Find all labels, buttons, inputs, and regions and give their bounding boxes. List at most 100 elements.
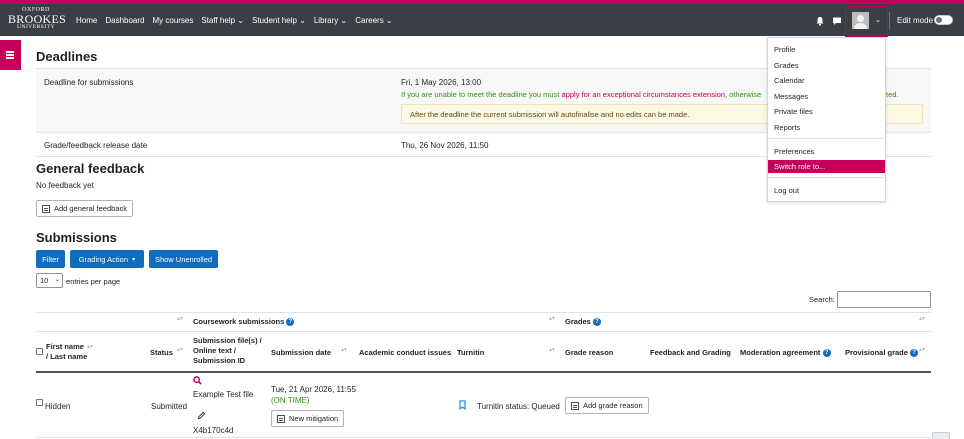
user-menu-toggle[interactable]: ⌄ [845,6,888,37]
grading-action-label: Grading Action [78,254,128,264]
chat-icon[interactable] [832,16,842,26]
menu-private-files[interactable]: Private files [768,105,885,118]
question-icon[interactable]: ? [910,349,919,358]
column-turnitin[interactable]: Turnitin [457,348,484,358]
submission-file-link[interactable]: Example Test file [193,390,253,399]
extension-text: If you are unable to meet the deadline y… [401,90,562,99]
new-mitigation-button[interactable]: New mitigation [271,410,345,427]
nav-staff-help[interactable]: Staff help ⌄ [201,16,244,25]
hamburger-icon [6,51,14,53]
entries-value: 10 [40,276,49,285]
avatar [852,12,869,29]
menu-messages[interactable]: Messages [768,90,885,103]
select-all-checkbox[interactable] [36,348,43,355]
menu-profile[interactable]: Profile [768,43,885,56]
university-logo[interactable]: OXFORD BROOKES UNIVERSITY [8,7,66,31]
nav-careers[interactable]: Careers ⌄ [355,16,392,25]
primary-nav: Home Dashboard My courses Staff help ⌄ S… [76,4,401,36]
submission-id: X4b170c4d [193,426,234,435]
submissions-heading: Submissions [36,230,117,245]
show-unenrolled-button[interactable]: Show Unenrolled [149,250,218,268]
column-files-line-3: Submission ID [193,356,246,365]
nav-home[interactable]: Home [76,16,97,25]
menu-grades[interactable]: Grades [768,59,885,72]
row-checkbox[interactable] [36,399,43,406]
sort-icon[interactable]: ▴▾ [549,347,555,353]
row-bottom-border [36,437,931,438]
menu-preferences[interactable]: Preferences [768,145,885,158]
on-time-badge: (ON TIME) [271,396,310,405]
column-files-line-1: Submission file(s) / [193,336,262,345]
pencil-icon[interactable] [197,411,206,420]
menu-divider [768,138,885,139]
form-icon [571,401,579,410]
add-general-feedback-button[interactable]: Add general feedback [36,200,133,217]
caret-down-icon: ▾ [132,256,136,263]
submission-date-value: Tue, 21 Apr 2026, 11:55 [271,385,356,394]
bell-icon[interactable] [815,16,825,26]
header-bottom-border [36,371,931,373]
nav-dashboard[interactable]: Dashboard [105,16,144,25]
menu-calendar[interactable]: Calendar [768,74,885,87]
submission-status: Submitted [151,402,188,411]
provisional-label: Provisional grade [845,348,908,357]
entries-per-page-select[interactable]: 10 ⌄ [36,273,63,288]
add-grade-reason-label: Add grade reason [583,401,643,410]
course-index-drawer-button[interactable] [0,40,21,70]
general-feedback-heading: General feedback [36,161,145,176]
release-date-value: Thu, 26 Nov 2026, 11:50 [401,141,489,150]
chevron-down-icon: ⌄ [54,277,60,283]
menu-switch-role[interactable]: Switch role to... [768,160,885,173]
question-icon[interactable]: ? [822,349,831,358]
column-feedback-grading[interactable]: Feedback and Grading [650,348,731,358]
filter-button[interactable]: Filter [36,250,65,268]
add-general-feedback-label: Add general feedback [54,204,127,213]
form-icon [42,204,50,213]
menu-reports[interactable]: Reports [768,121,885,134]
chevron-down-icon: ⌄ [875,17,881,24]
column-files-line-2: Online text / [193,346,236,355]
add-grade-reason-button[interactable]: Add grade reason [565,397,649,414]
column-name[interactable]: First name / Last name [46,342,87,362]
deadline-submissions-date: Fri, 1 May 2026, 13:00 [401,78,482,87]
grades-label: Grades [565,317,591,326]
search-label: Search: [809,295,835,304]
nav-divider [889,12,890,30]
question-icon[interactable]: ? [592,318,601,327]
column-status[interactable]: Status [150,348,173,358]
column-submission-date[interactable]: Submission date [271,348,331,358]
extension-text-suffix: , otherwise [724,90,762,99]
question-icon[interactable]: ? [286,318,295,327]
extension-notice: If you are unable to meet the deadline y… [401,90,765,99]
nav-student-help[interactable]: Student help ⌄ [252,16,306,25]
magnifier-icon[interactable] [193,376,202,385]
sort-icon[interactable]: ▴▾ [177,316,183,322]
turnitin-icon[interactable] [459,400,467,411]
scroll-to-top-button[interactable] [932,432,950,439]
grades-group: Grades ? [565,317,601,327]
sort-icon[interactable]: ▴▾ [177,347,183,353]
sort-icon[interactable]: ▴▾ [341,347,347,353]
turnitin-status: Turnitin status: Queued [477,402,560,411]
group-header-border [36,331,931,332]
column-grade-reason[interactable]: Grade reason [565,348,613,358]
moderation-label: Moderation agreement [740,348,821,357]
menu-log-out[interactable]: Log out [768,184,885,197]
column-moderation-agreement[interactable]: Moderation agreement ? [740,348,831,358]
extension-text-tail: ted. [886,90,899,99]
sort-icon[interactable]: ▴▾ [87,344,93,350]
nav-library[interactable]: Library ⌄ [314,16,347,25]
sort-icon[interactable]: ▴▾ [919,347,925,353]
coursework-submissions-group: Coursework submissions ? [193,317,295,327]
column-submission-files[interactable]: Submission file(s) / Online text / Submi… [193,336,262,366]
no-feedback-text: No feedback yet [36,181,94,190]
search-input[interactable] [837,291,931,308]
column-provisional-grade[interactable]: Provisional grade ? [845,348,919,358]
grading-action-button[interactable]: Grading Action ▾ [70,250,144,268]
edit-mode-toggle[interactable] [934,15,953,25]
sort-icon[interactable]: ▴▾ [919,316,925,322]
extension-link[interactable]: apply for an exceptional circumstances e… [562,90,725,99]
column-academic-conduct[interactable]: Academic conduct issues [359,348,451,358]
nav-my-courses[interactable]: My courses [152,16,193,25]
sort-icon[interactable]: ▴▾ [549,316,555,322]
